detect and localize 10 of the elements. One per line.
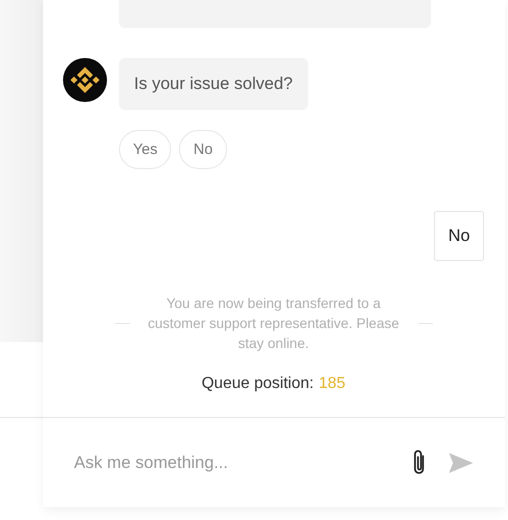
quick-reply-button[interactable]: Yes xyxy=(119,130,172,169)
message-bubble: Is your issue solved? xyxy=(119,58,308,110)
queue-label: Queue position: xyxy=(202,375,314,393)
message-bubble: No xyxy=(434,211,484,261)
quick-reply-button[interactable]: No xyxy=(179,130,227,169)
message-input[interactable]: Ask me something... xyxy=(74,448,389,478)
queue-number: 185 xyxy=(318,375,346,393)
paperclip-icon[interactable] xyxy=(411,448,427,476)
diamond-logo-icon xyxy=(63,58,107,102)
transfer-notice: You are now being transferred to a customer support representative. Please stay online. xyxy=(146,294,400,353)
